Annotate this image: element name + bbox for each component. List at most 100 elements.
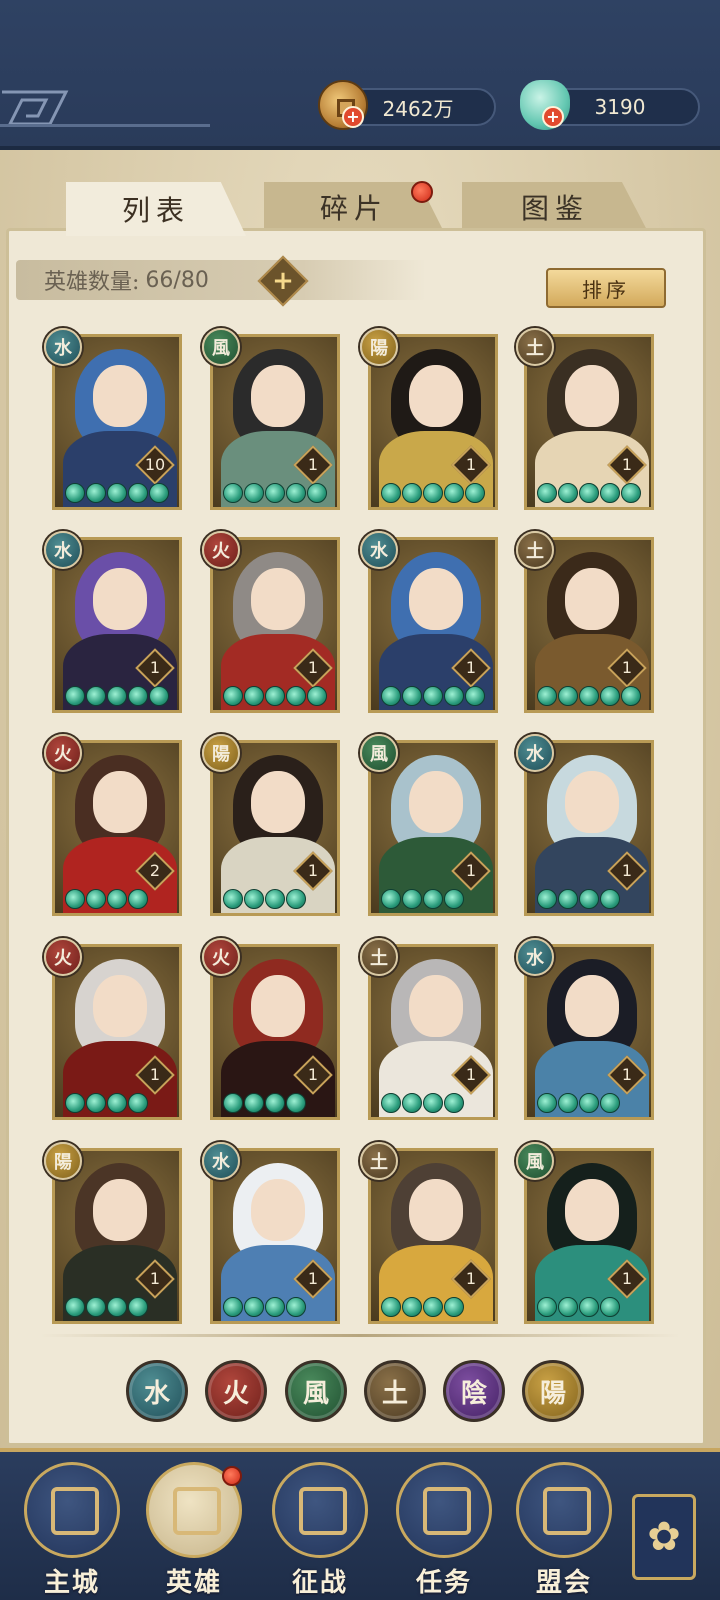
jade-star-icon — [579, 889, 599, 909]
hero-stars — [537, 1297, 620, 1319]
jade-star-icon — [402, 686, 422, 706]
jade-star-icon — [286, 1297, 306, 1317]
hero-portrait-face — [251, 975, 305, 1037]
sort-button[interactable]: 排序 — [546, 268, 666, 308]
hero-portrait-face — [565, 1179, 619, 1241]
jade-star-icon — [244, 889, 264, 909]
jade-star-icon — [265, 686, 285, 706]
hero-level: 1 — [307, 1065, 319, 1084]
hero-stars — [65, 1297, 148, 1319]
hero-portrait-face — [93, 771, 147, 833]
jade-star-icon — [558, 1093, 578, 1113]
jade-star-icon — [402, 483, 422, 503]
jade-star-icon — [128, 483, 148, 503]
jade-star-icon — [444, 1093, 464, 1113]
hero-portrait-face — [409, 771, 463, 833]
nav-battle-button[interactable]: 征战 — [272, 1462, 368, 1598]
jade-star-icon — [286, 889, 306, 909]
jade-star-icon — [65, 483, 85, 503]
jade-star-icon — [465, 686, 485, 706]
element-yang-icon: 陽 — [202, 734, 240, 772]
jade-star-icon — [107, 686, 127, 706]
hero-level: 1 — [621, 861, 633, 880]
jade-star-icon — [600, 1093, 620, 1113]
city-icon-glyph — [51, 1487, 99, 1535]
element-yang-icon: 陽 — [360, 328, 398, 366]
element-water-icon: 水 — [360, 531, 398, 569]
jade-star-icon — [307, 483, 327, 503]
hero-portrait-face — [565, 975, 619, 1037]
flower-menu-icon[interactable]: ✿ — [632, 1494, 696, 1580]
jade-star-icon — [423, 483, 443, 503]
jade-star-icon — [128, 686, 148, 706]
jade-star-icon — [265, 1297, 285, 1317]
header-rule — [0, 124, 210, 127]
jade-star-icon — [558, 889, 578, 909]
jade-star-icon — [423, 1297, 443, 1317]
battle-icon — [272, 1462, 368, 1558]
hero-stars — [65, 483, 169, 505]
jade-star-icon — [128, 1297, 148, 1317]
add-jade-button[interactable]: + — [542, 106, 564, 128]
hero-portrait-face — [93, 975, 147, 1037]
quest-icon-glyph — [423, 1487, 471, 1535]
hero-stars — [223, 889, 306, 911]
filter-wind-button[interactable]: 風 — [285, 1360, 347, 1422]
add-coin-button[interactable]: + — [342, 106, 364, 128]
jade-star-icon — [223, 686, 243, 706]
jade-star-icon — [402, 889, 422, 909]
jade-star-icon — [537, 686, 557, 706]
jade-star-icon — [579, 1093, 599, 1113]
notification-dot — [411, 181, 433, 203]
jade-star-icon — [128, 889, 148, 909]
element-water-icon: 水 — [44, 531, 82, 569]
hero-level: 1 — [307, 455, 319, 474]
jade-star-icon — [444, 686, 464, 706]
element-wind-icon: 風 — [516, 1142, 554, 1180]
jade-star-icon — [65, 889, 85, 909]
jade-star-icon — [381, 686, 401, 706]
jade-star-icon — [465, 483, 485, 503]
jade-star-icon — [244, 483, 264, 503]
nav-label: 征战 — [291, 1568, 348, 1598]
city-icon — [24, 1462, 120, 1558]
filter-fire-button[interactable]: 火 — [205, 1360, 267, 1422]
filter-water-button[interactable]: 水 — [126, 1360, 188, 1422]
hero-level: 1 — [307, 1269, 319, 1288]
nav-city-button[interactable]: 主城 — [24, 1462, 120, 1598]
filter-yin-button[interactable]: 陰 — [443, 1360, 505, 1422]
tab-list-label: 列表 — [121, 194, 190, 227]
tab-atlas[interactable]: 图鉴 — [462, 182, 648, 232]
element-earth-icon: 土 — [516, 531, 554, 569]
hero-portrait-face — [251, 365, 305, 427]
hero-level: 1 — [621, 1065, 633, 1084]
hero-level: 1 — [465, 455, 477, 474]
jade-star-icon — [65, 1297, 85, 1317]
jade-star-icon — [286, 483, 306, 503]
element-earth-icon: 土 — [516, 328, 554, 366]
hero-level: 10 — [144, 455, 166, 474]
filter-earth-button[interactable]: 土 — [364, 1360, 426, 1422]
tab-fragments-label: 碎片 — [319, 192, 388, 225]
jade-star-icon — [307, 686, 327, 706]
tab-list[interactable]: 列表 — [66, 182, 246, 236]
element-yang-icon: 陽 — [44, 1142, 82, 1180]
hero-portrait-face — [409, 365, 463, 427]
jade-star-icon — [286, 686, 306, 706]
cloud-pattern-icon — [2, 90, 69, 126]
filter-yang-button[interactable]: 陽 — [522, 1360, 584, 1422]
jade-star-icon — [621, 686, 641, 706]
hero-level: 1 — [465, 658, 477, 677]
jade-star-icon — [558, 1297, 578, 1317]
hero-level: 1 — [307, 861, 319, 880]
hero-portrait-face — [409, 1179, 463, 1241]
hero-stars — [537, 1093, 620, 1115]
jade-star-icon — [86, 483, 106, 503]
hero-notification-dot — [222, 1466, 242, 1486]
hero-level: 1 — [149, 658, 161, 677]
jade-star-icon — [223, 1297, 243, 1317]
nav-quest-button[interactable]: 任务 — [396, 1462, 492, 1598]
jade-star-icon — [86, 889, 106, 909]
nav-guild-button[interactable]: 盟会 — [516, 1462, 612, 1598]
hero-portrait-face — [565, 568, 619, 630]
